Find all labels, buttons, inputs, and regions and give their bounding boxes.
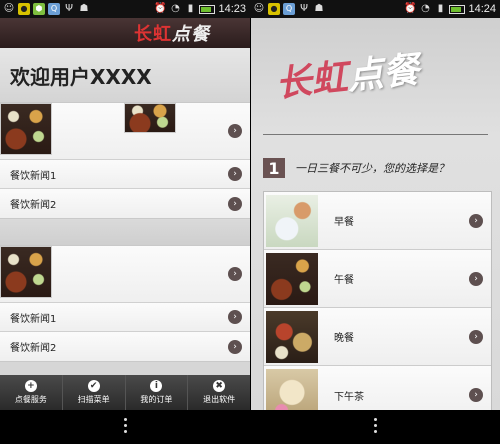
news-title: 餐饮新闻2 <box>10 200 57 211</box>
divider <box>263 134 488 135</box>
alarm-icon: ⏰ <box>404 3 417 14</box>
afternoon-tea-image <box>266 369 318 410</box>
logo-white-text: 点餐 <box>172 24 210 45</box>
qq-icon: Q <box>283 3 295 15</box>
app-logo: 长虹点餐 <box>134 20 210 46</box>
news-banner-row[interactable]: › <box>0 103 250 160</box>
meal-item-dinner[interactable]: 晚餐 › <box>264 308 491 366</box>
tab-order-service[interactable]: + 点餐服务 <box>0 375 63 410</box>
meal-item-breakfast[interactable]: 早餐 › <box>264 192 491 250</box>
meal-list: 早餐 › 午餐 › 晚餐 › 下午茶 › <box>263 191 492 410</box>
android-icon: ☗ <box>314 3 324 14</box>
signal-icon: ▮ <box>187 3 194 14</box>
tab-label: 扫描菜单 <box>77 395 110 404</box>
meal-item-afternoon-tea[interactable]: 下午茶 › <box>264 366 491 410</box>
system-nav-bar <box>0 410 500 444</box>
alarm-icon: ⏰ <box>154 3 167 14</box>
android-icon: ☗ <box>79 3 89 14</box>
meal-label: 午餐 <box>334 275 354 286</box>
banner-images <box>0 103 176 159</box>
wifi-icon: ◔ <box>421 3 430 14</box>
meal-select-screen: 长虹点餐 1 一日三餐不可少，您的选择是？ 早餐 › 午餐 › 晚餐 › 下午茶… <box>250 18 500 410</box>
list-item[interactable]: 餐饮新闻1 › <box>0 160 250 189</box>
news-title: 餐饮新闻1 <box>10 170 57 182</box>
chat-icon: ☺ <box>253 3 265 14</box>
news-list-2: › 餐饮新闻1 › 餐饮新闻2 › <box>0 245 250 362</box>
hangouts-icon: ● <box>18 3 30 15</box>
banner-images <box>0 246 52 302</box>
breakfast-image <box>266 194 318 247</box>
qq-icon: Q <box>48 3 60 15</box>
chevron-right-icon: › <box>228 196 242 211</box>
news-title: 餐饮新闻2 <box>10 343 57 354</box>
tab-label: 点餐服务 <box>14 395 47 404</box>
usb-icon: Ψ <box>65 3 73 14</box>
chevron-right-icon: › <box>469 213 483 228</box>
meal-label: 晚餐 <box>334 333 354 344</box>
meal-item-lunch[interactable]: 午餐 › <box>264 250 491 308</box>
tab-label: 我的订单 <box>140 395 173 404</box>
signal-icon: ▮ <box>437 3 444 14</box>
bottom-tab-bar: + 点餐服务 ✔ 扫描菜单 i 我的订单 ✖ 退出软件 <box>0 375 250 410</box>
app-logo-large: 长虹点餐 <box>273 41 422 108</box>
news-list-1: › 餐饮新闻1 › 餐饮新闻2 › <box>0 102 250 219</box>
hangouts-icon: ● <box>268 3 280 15</box>
meal-label: 早餐 <box>334 217 354 228</box>
lunch-image <box>266 252 318 305</box>
question-number: 1 <box>263 158 285 178</box>
app-header: 长虹点餐 <box>0 18 250 48</box>
tab-label: 退出软件 <box>203 395 236 404</box>
list-item[interactable]: 餐饮新闻2 › <box>0 189 250 218</box>
hexagon-icon: ⬢ <box>33 3 45 15</box>
chevron-right-icon: › <box>469 329 483 344</box>
wifi-icon: ◔ <box>171 3 180 14</box>
list-item[interactable]: 餐饮新闻2 › <box>0 332 250 361</box>
status-time-right: 14:24 <box>468 3 496 15</box>
status-bar-right: ☺ ● Q Ψ ☗ ⏰ ◔ ▮ 14:24 <box>250 0 500 18</box>
chevron-right-icon: › <box>469 388 483 402</box>
list-item[interactable]: 餐饮新闻1 › <box>0 303 250 332</box>
dinner-image <box>266 310 318 363</box>
battery-icon <box>199 4 216 14</box>
menu-icon[interactable] <box>123 418 127 433</box>
logo-red-text: 长虹 <box>273 56 350 106</box>
food-image <box>0 246 52 298</box>
chevron-right-icon: › <box>228 167 242 181</box>
logo-white-text: 点餐 <box>345 48 422 98</box>
logo-red-text: 长虹 <box>134 24 172 45</box>
home-screen: 长虹点餐 欢迎用户XXXX › 餐饮新闻1 › 餐饮新闻2 › › 餐饮新闻1 … <box>0 18 250 410</box>
food-image <box>0 103 52 155</box>
status-time-left: 14:23 <box>218 3 246 15</box>
info-icon: i <box>150 380 163 392</box>
chevron-right-icon: › <box>228 310 242 324</box>
question-text: 一日三餐不可少，您的选择是？ <box>295 162 449 175</box>
tab-my-orders[interactable]: i 我的订单 <box>126 375 189 410</box>
chevron-right-icon: › <box>228 267 242 281</box>
food-image <box>124 103 176 133</box>
chat-icon: ☺ <box>3 3 15 14</box>
chevron-right-icon: › <box>469 271 483 286</box>
close-icon: ✖ <box>213 380 226 392</box>
tab-scan-menu[interactable]: ✔ 扫描菜单 <box>63 375 126 410</box>
welcome-title: 欢迎用户XXXX <box>0 48 250 102</box>
news-title: 餐饮新闻1 <box>10 313 57 325</box>
status-bar-left: ☺ ● ⬢ Q Ψ ☗ ⏰ ◔ ▮ 14:23 <box>0 0 250 18</box>
usb-icon: Ψ <box>300 3 308 14</box>
menu-icon[interactable] <box>373 418 377 433</box>
meal-label: 下午茶 <box>334 391 364 403</box>
question-header: 1 一日三餐不可少，您的选择是？ <box>263 158 449 178</box>
tab-exit-app[interactable]: ✖ 退出软件 <box>188 375 250 410</box>
plus-icon: + <box>24 380 37 392</box>
news-banner-row[interactable]: › <box>0 246 250 303</box>
check-icon: ✔ <box>87 380 100 392</box>
battery-icon <box>449 4 466 14</box>
chevron-right-icon: › <box>228 339 242 354</box>
chevron-right-icon: › <box>228 124 242 138</box>
